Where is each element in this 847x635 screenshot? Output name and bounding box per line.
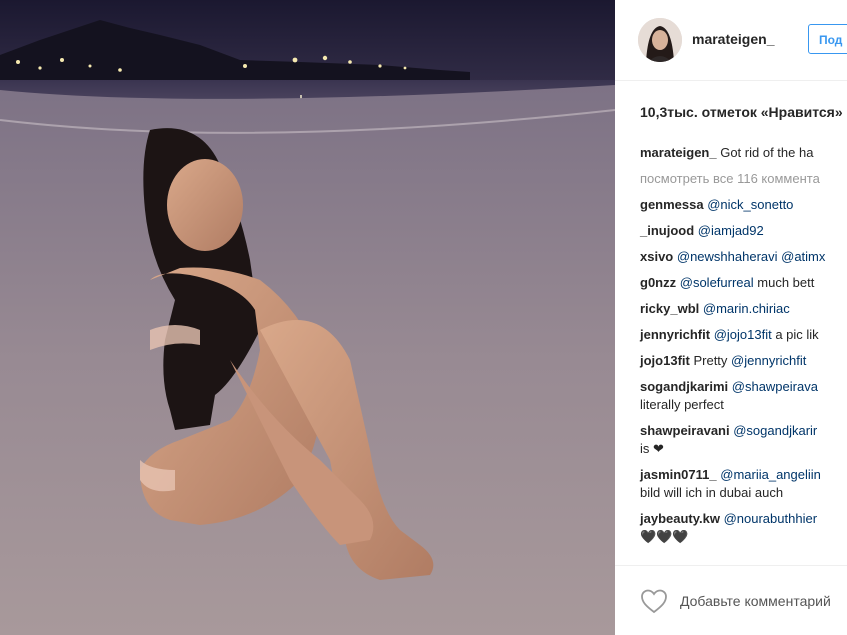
- post-side-panel: marateigen_ Под 10,3тыс. отметок «Нравит…: [615, 0, 847, 635]
- follow-button[interactable]: Под: [808, 24, 847, 54]
- comment-text: a pic lik: [771, 327, 819, 342]
- comment-mention[interactable]: @newshhaheravi @atimx: [677, 249, 826, 264]
- add-comment-input[interactable]: Добавьте комментарий: [680, 593, 831, 609]
- comment-username[interactable]: ricky_wbl: [640, 301, 699, 316]
- comment-item: sogandjkarimi @shawpeirava literally per…: [640, 378, 847, 414]
- comment-item: _inujood @iamjad92: [640, 222, 847, 240]
- comment-text: 🖤🖤🖤: [640, 529, 689, 544]
- comment-mention[interactable]: @iamjad92: [698, 223, 764, 238]
- beach-photo-image: [0, 0, 615, 635]
- likes-count[interactable]: 10,3тыс. отметок «Нравится»: [640, 104, 843, 120]
- comment-username[interactable]: jaybeauty.kw: [640, 511, 720, 526]
- comment-item: jojo13fit Pretty @jennyrichfit: [640, 352, 847, 370]
- comment-username[interactable]: xsivo: [640, 249, 673, 264]
- avatar[interactable]: [638, 18, 682, 62]
- avatar-image: [638, 18, 682, 62]
- caption: marateigen_ Got rid of the ha: [640, 144, 847, 162]
- comment-username[interactable]: _inujood: [640, 223, 694, 238]
- comment-item: jennyrichfit @jojo13fit a pic lik: [640, 326, 847, 344]
- heart-icon[interactable]: [640, 588, 668, 614]
- comment-mention[interactable]: @sogandjkarir: [733, 423, 817, 438]
- comment-text: literally perfect: [640, 397, 724, 412]
- comment-item: jasmin0711_ @mariia_angeliin bild will i…: [640, 466, 847, 502]
- comment-item: genmessa @nick_sonetto: [640, 196, 847, 214]
- comment-username[interactable]: sogandjkarimi: [640, 379, 728, 394]
- comment-mention[interactable]: @nourabuthhier: [724, 511, 817, 526]
- caption-username[interactable]: marateigen_: [640, 145, 717, 160]
- comment-text: is ❤: [640, 441, 664, 456]
- comment-item: g0nzz @solefurreal much bett: [640, 274, 847, 292]
- comment-text: Pretty: [693, 353, 732, 368]
- caption-text: Got rid of the ha: [720, 145, 814, 160]
- post-photo[interactable]: [0, 0, 615, 635]
- comment-item: xsivo @newshhaheravi @atimx: [640, 248, 847, 266]
- comment-username[interactable]: jennyrichfit: [640, 327, 710, 342]
- comment-mention[interactable]: @jennyrichfit: [731, 353, 806, 368]
- comment-mention[interactable]: @jojo13fit: [714, 327, 772, 342]
- comment-item: shawpeiravani @sogandjkarir is ❤: [640, 422, 847, 458]
- view-all-comments-link[interactable]: посмотреть все 116 коммента: [640, 170, 847, 188]
- comment-username[interactable]: shawpeiravani: [640, 423, 730, 438]
- post-footer: Добавьте комментарий: [615, 565, 847, 635]
- comment-username[interactable]: g0nzz: [640, 275, 676, 290]
- comment-username[interactable]: jojo13fit: [640, 353, 690, 368]
- comment-username[interactable]: jasmin0711_: [640, 467, 717, 482]
- comment-username[interactable]: genmessa: [640, 197, 704, 212]
- comments-list: marateigen_ Got rid of the ha посмотреть…: [640, 144, 847, 554]
- post-username[interactable]: marateigen_: [692, 31, 774, 47]
- comment-item: ricky_wbl @marin.chiriac: [640, 300, 847, 318]
- comment-item: jaybeauty.kw @nourabuthhier 🖤🖤🖤: [640, 510, 847, 546]
- comment-mention[interactable]: @nick_sonetto: [707, 197, 793, 212]
- comment-mention[interactable]: @marin.chiriac: [703, 301, 790, 316]
- comment-mention[interactable]: @shawpeirava: [732, 379, 818, 394]
- post-header: marateigen_ Под: [615, 0, 847, 81]
- comment-text: much bett: [753, 275, 815, 290]
- comment-mention[interactable]: @solefurreal: [680, 275, 754, 290]
- comment-mention[interactable]: @mariia_angeliin: [720, 467, 821, 482]
- comment-text: bild will ich in dubai auch: [640, 485, 784, 500]
